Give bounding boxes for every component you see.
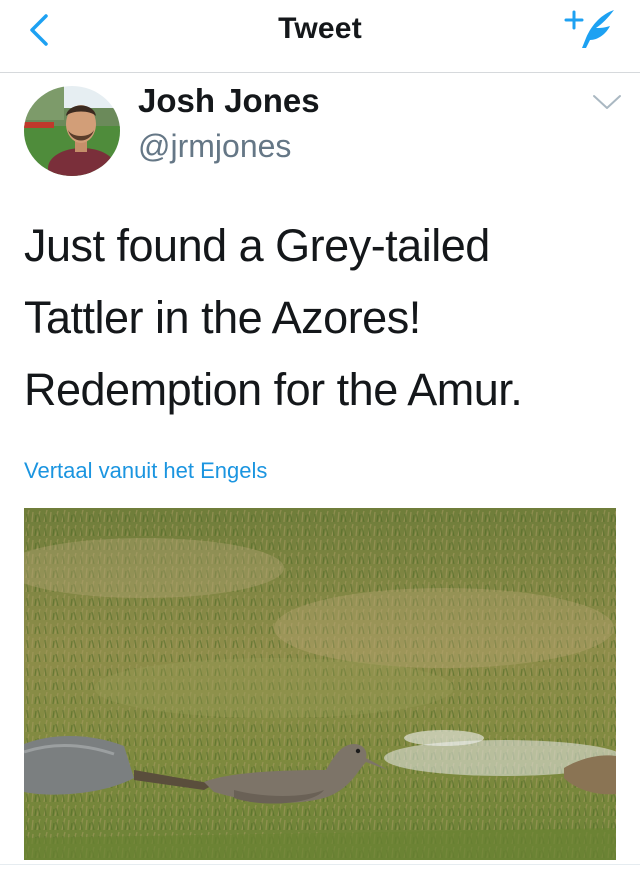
tweet-text-line: Redemption for the Amur. <box>24 364 523 415</box>
nav-title: Tweet <box>278 12 362 45</box>
tweet-text-line: Just found a Grey-tailed <box>24 220 490 271</box>
compose-tweet-icon[interactable] <box>562 6 620 54</box>
navigation-bar: Tweet <box>0 0 640 73</box>
chevron-down-icon[interactable] <box>590 90 624 114</box>
translate-link[interactable]: Vertaal vanuit het Engels <box>24 458 267 484</box>
user-handle[interactable]: @jrmjones <box>138 128 291 165</box>
tweet-text-line: Tattler in the Azores! <box>24 292 421 343</box>
avatar[interactable] <box>24 86 120 176</box>
divider <box>0 864 640 865</box>
user-name[interactable]: Josh Jones <box>138 82 320 120</box>
bird-photo-image <box>24 508 616 860</box>
tweet-photo[interactable] <box>24 508 616 860</box>
